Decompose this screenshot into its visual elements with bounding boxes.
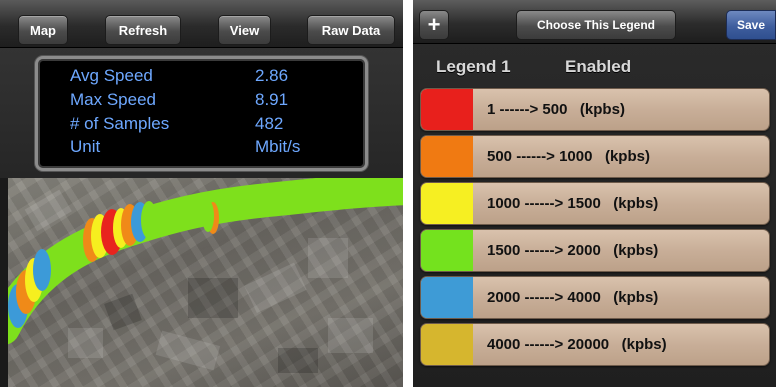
stat-label: Unit: [70, 137, 101, 156]
color-swatch: [421, 277, 473, 318]
unit-row: Unit Mbit/s: [70, 137, 360, 160]
add-button[interactable]: +: [419, 10, 449, 40]
color-swatch: [421, 89, 473, 130]
legend-item[interactable]: 2000 ------> 4000 (kpbs): [420, 276, 770, 319]
track-overlay: [8, 178, 403, 373]
map-button[interactable]: Map: [18, 15, 68, 45]
stat-label: # of Samples: [70, 114, 170, 133]
legend-name: Legend 1: [436, 57, 511, 76]
legend-item-label: 1 ------> 500 (kpbs): [487, 101, 625, 118]
stat-value: Mbit/s: [255, 137, 301, 156]
top-toolbar: Map Refresh View Raw Data: [0, 0, 403, 48]
stat-value: 482: [255, 114, 284, 133]
legend-status: Enabled: [565, 57, 632, 76]
stat-label: Max Speed: [70, 90, 156, 109]
color-swatch: [421, 136, 473, 177]
stat-value: 2.86: [255, 66, 289, 85]
legend-item-label: 4000 ------> 20000 (kpbs): [487, 336, 667, 353]
satellite-map[interactable]: [8, 178, 403, 387]
legend-item[interactable]: 4000 ------> 20000 (kpbs): [420, 323, 770, 366]
legend-item[interactable]: 1500 ------> 2000 (kpbs): [420, 229, 770, 272]
top-toolbar: + Choose This Legend Save: [413, 0, 776, 44]
legend-item-label: 1500 ------> 2000 (kpbs): [487, 242, 659, 259]
legend-item-label: 1000 ------> 1500 (kpbs): [487, 195, 659, 212]
color-swatch: [421, 230, 473, 271]
refresh-button[interactable]: Refresh: [105, 15, 181, 45]
raw-data-button[interactable]: Raw Data: [307, 15, 395, 45]
view-button[interactable]: View: [218, 15, 271, 45]
legend-item-label: 2000 ------> 4000 (kpbs): [487, 289, 659, 306]
speed-stats-screen: Map Refresh View Raw Data Avg Speed 2.86…: [0, 0, 403, 387]
color-swatch: [421, 324, 473, 365]
stat-value: 8.91: [255, 90, 289, 109]
color-swatch: [421, 183, 473, 224]
save-button[interactable]: Save: [726, 10, 776, 40]
choose-legend-button[interactable]: Choose This Legend: [516, 10, 676, 40]
samples-row: # of Samples 482: [70, 114, 360, 137]
legend-editor-screen: + Choose This Legend Save Legend 1 Enabl…: [413, 0, 776, 387]
plus-icon: +: [427, 12, 441, 37]
max-speed-row: Max Speed 8.91: [70, 90, 360, 113]
speed-stats-panel: Avg Speed 2.86 Max Speed 8.91 # of Sampl…: [35, 56, 368, 171]
avg-speed-row: Avg Speed 2.86: [70, 66, 360, 89]
legend-item-label: 500 ------> 1000 (kpbs): [487, 148, 650, 165]
legend-item[interactable]: 1000 ------> 1500 (kpbs): [420, 182, 770, 225]
legend-item[interactable]: 500 ------> 1000 (kpbs): [420, 135, 770, 178]
legend-item[interactable]: 1 ------> 500 (kpbs): [420, 88, 770, 131]
stat-label: Avg Speed: [70, 66, 153, 85]
